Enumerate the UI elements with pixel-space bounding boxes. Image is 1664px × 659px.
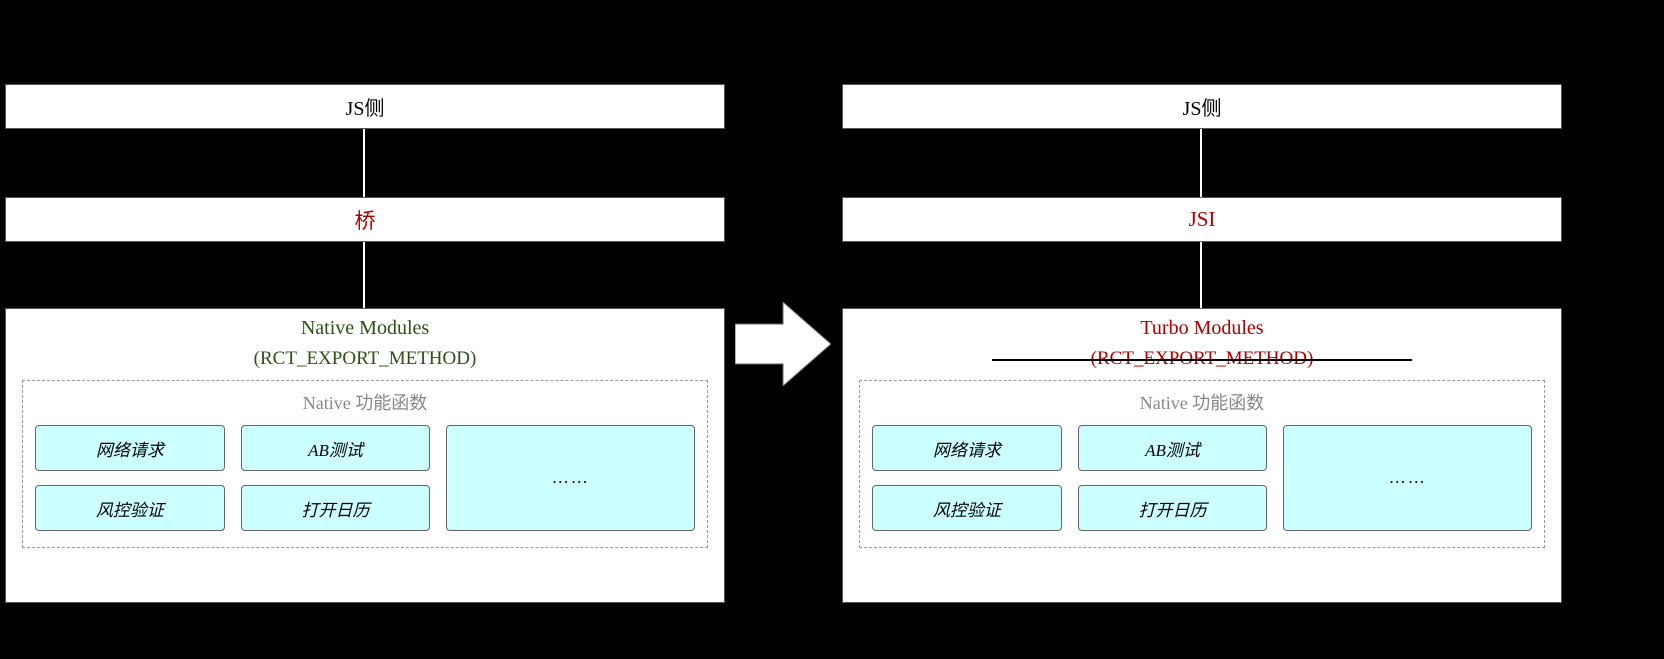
right-modules-title: Turbo Modules	[843, 317, 1561, 340]
left-connector-2	[363, 242, 365, 308]
right-func-abtest: AB测试	[1078, 425, 1268, 471]
right-jsi-label: JSI	[1189, 207, 1216, 232]
left-func-more: ……	[446, 425, 695, 531]
right-func-frame: Native 功能函数 网络请求 风控验证 AB测试 打开日历 ……	[859, 380, 1545, 548]
left-modules-title: Native Modules	[6, 317, 724, 340]
left-bridge-box: 桥	[5, 197, 725, 242]
right-modules-subtitle: (RCT_EXPORT_METHOD)	[843, 348, 1561, 370]
right-jsi-box: JSI	[842, 197, 1562, 242]
strikethrough-line	[992, 359, 1412, 361]
left-bridge-label: 桥	[355, 205, 376, 235]
left-func-frame: Native 功能函数 网络请求 风控验证 AB测试 打开日历 ……	[22, 380, 708, 548]
left-js-box: JS侧	[5, 84, 725, 129]
transition-arrow-icon	[735, 302, 831, 386]
right-js-box: JS侧	[842, 84, 1562, 129]
right-func-title: Native 功能函数	[872, 389, 1532, 415]
left-func-grid: 网络请求 风控验证 AB测试 打开日历 ……	[35, 425, 695, 531]
right-func-calendar: 打开日历	[1078, 485, 1268, 531]
right-js-label: JS侧	[1183, 92, 1222, 121]
left-func-title: Native 功能函数	[35, 389, 695, 415]
left-modules-box: Native Modules (RCT_EXPORT_METHOD) Nativ…	[5, 308, 725, 603]
left-func-calendar: 打开日历	[241, 485, 431, 531]
left-modules-subtitle: (RCT_EXPORT_METHOD)	[6, 348, 724, 370]
left-func-risk: 风控验证	[35, 485, 225, 531]
right-func-more: ……	[1283, 425, 1532, 531]
left-js-label: JS侧	[346, 92, 385, 121]
right-func-grid: 网络请求 风控验证 AB测试 打开日历 ……	[872, 425, 1532, 531]
left-connector-1	[363, 129, 365, 197]
left-func-network: 网络请求	[35, 425, 225, 471]
left-func-abtest: AB测试	[241, 425, 431, 471]
right-modules-box: Turbo Modules (RCT_EXPORT_METHOD) Native…	[842, 308, 1562, 603]
right-func-risk: 风控验证	[872, 485, 1062, 531]
right-connector-2	[1200, 242, 1202, 308]
right-func-network: 网络请求	[872, 425, 1062, 471]
right-connector-1	[1200, 129, 1202, 197]
